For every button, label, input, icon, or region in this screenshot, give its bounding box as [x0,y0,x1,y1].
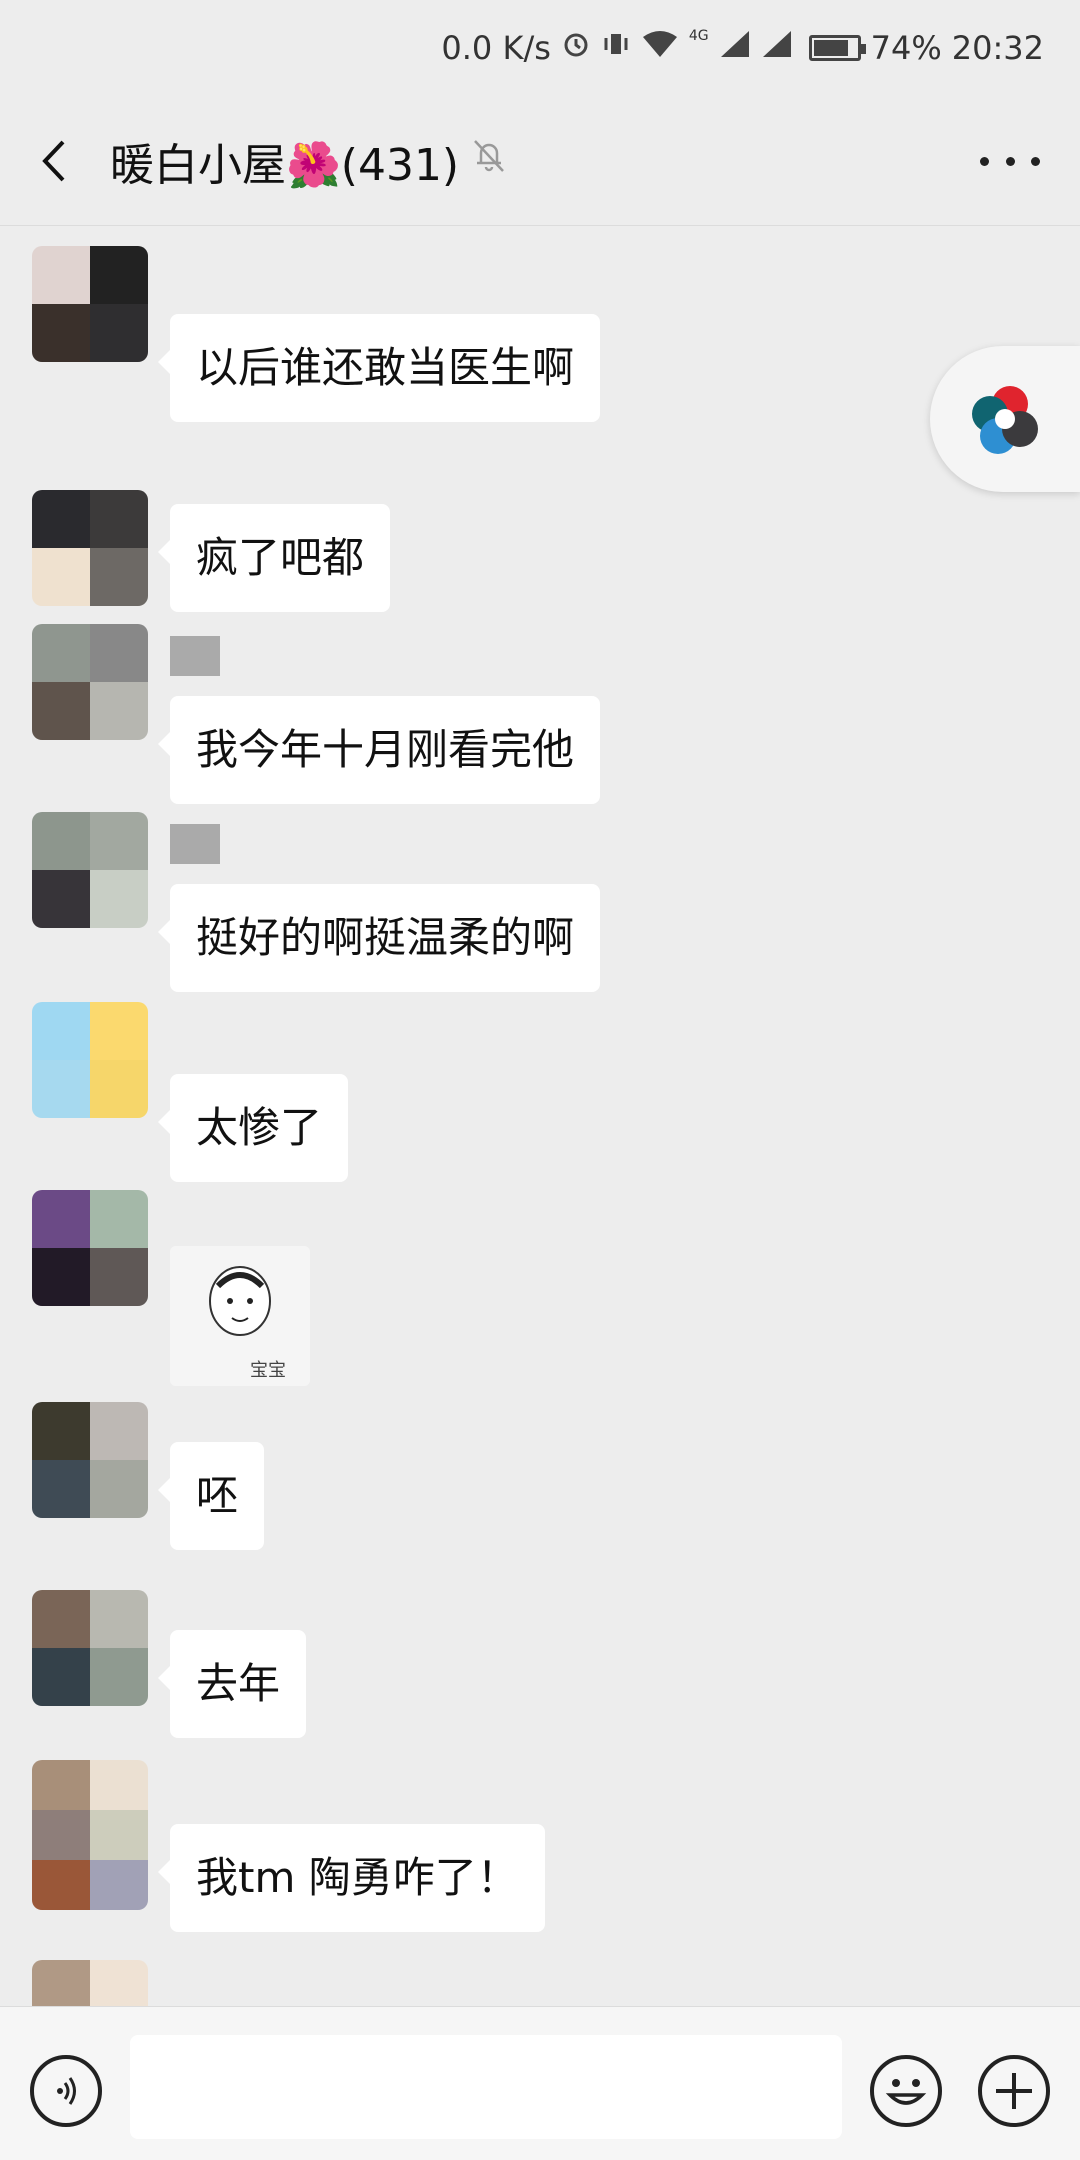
chat-title[interactable]: 暖白小屋🌺(431) [110,129,459,193]
avatar[interactable] [32,1960,148,2006]
sender-name [170,636,220,676]
signal-icon-2 [761,29,793,67]
message-bubble[interactable]: 我今年十月刚看完他 [157,696,601,804]
sender-name [170,824,220,864]
clock: 20:32 [951,29,1044,67]
avatar[interactable] [32,812,148,928]
message-bubble[interactable]: 疯了吧都 [157,504,391,612]
message-bubble[interactable]: 太惨了 [157,1074,349,1182]
chat-header: 暖白小屋🌺(431) [0,96,1080,226]
network-type: 4G [688,28,709,44]
plus-button[interactable] [978,2055,1050,2127]
more-button[interactable] [980,136,1040,186]
battery-icon [808,35,866,61]
chevron-left-icon [42,140,65,181]
avatar[interactable] [32,624,148,740]
avatar[interactable] [32,490,148,606]
message-bubble[interactable]: 我tm 陶勇咋了！ [158,1824,545,1932]
vibrate-icon [601,29,631,67]
voice-button[interactable] [30,2055,102,2127]
avatar[interactable] [32,1002,148,1118]
battery-percent: 74% [870,29,942,67]
sticker-image[interactable]: 宝宝 [170,1246,310,1386]
message-bubble[interactable]: 挺好的啊挺温柔的啊 [157,884,601,992]
message-list[interactable]: 以后谁还敢当医生啊 疯了吧都 我今年十月刚看完他 挺好的啊挺温柔的啊 太惨了 宝… [0,226,1080,2006]
floating-assistant-button[interactable] [930,346,1080,492]
floating-app-icon [972,386,1038,454]
avatar[interactable] [32,246,148,362]
message-input[interactable] [130,2035,842,2139]
sticker-caption: 宝宝 [250,1360,286,1381]
signal-icon [719,29,751,67]
plus-icon [996,2073,1032,2109]
voice-icon [57,2077,76,2105]
wifi-icon [641,29,679,67]
message-bubble[interactable]: 去年 [157,1630,307,1738]
message-bubble[interactable]: 以后谁还敢当医生啊 [157,314,601,422]
back-button[interactable] [0,96,110,226]
status-bar: 0.0 K/s 4G 74% 20:32 [0,0,1080,96]
message-bubble[interactable]: 呸 [157,1442,265,1550]
alarm-icon [561,29,591,67]
net-speed: 0.0 K/s [441,29,551,67]
avatar[interactable] [32,1190,148,1306]
avatar[interactable] [32,1402,148,1518]
emoji-button[interactable] [870,2055,942,2127]
avatar[interactable] [32,1760,148,1910]
bell-off-icon [469,135,509,186]
avatar[interactable] [32,1590,148,1706]
input-bar [0,2006,1080,2160]
emoji-icon [885,2079,927,2105]
